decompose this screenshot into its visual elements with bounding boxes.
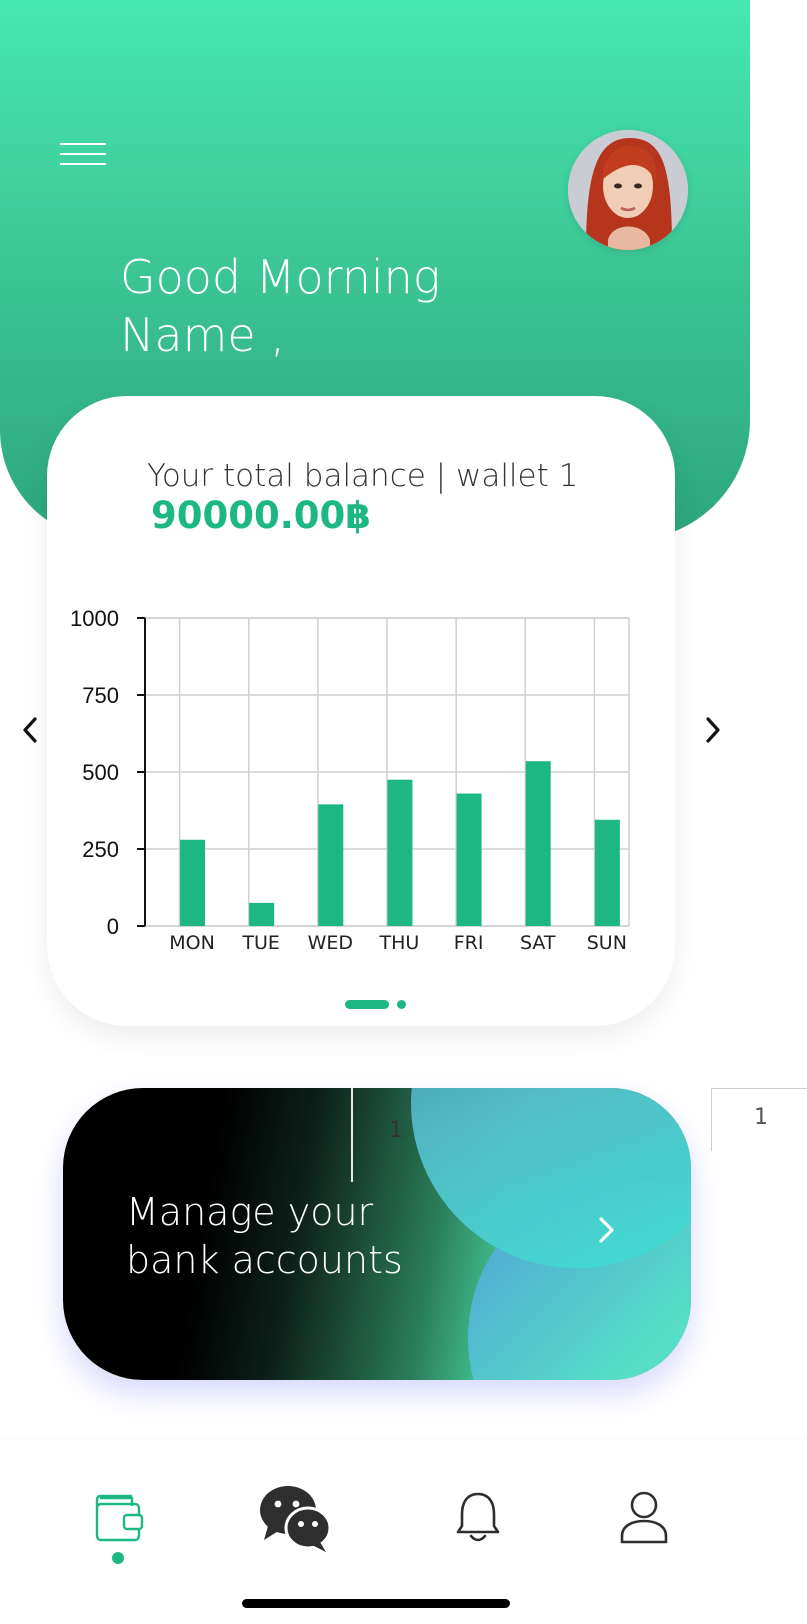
avatar[interactable] <box>568 130 688 250</box>
chart-bar <box>456 793 482 926</box>
chart-bar <box>318 804 344 926</box>
bank-card-title: Manage your bank accounts <box>126 1188 403 1284</box>
chevron-left-icon <box>23 717 37 743</box>
chevron-right-icon <box>706 717 720 743</box>
chart-bar <box>387 779 413 926</box>
chart-y-tick-label: 0 <box>107 914 119 939</box>
home-indicator[interactable] <box>242 1599 510 1608</box>
decorative-blob <box>411 1088 691 1268</box>
greeting-name: Name , <box>120 308 285 362</box>
greeting-line1: Good Morning <box>120 250 441 304</box>
chart-x-tick-label: WED <box>308 932 353 954</box>
bottom-navigation <box>0 1440 807 1624</box>
chart-x-tick-label: SUN <box>587 932 627 954</box>
ghost-label: 1 <box>389 1118 403 1143</box>
carousel-dot[interactable] <box>397 1000 406 1009</box>
carousel-dot-active[interactable] <box>345 1000 389 1009</box>
carousel-prev-button[interactable] <box>16 712 46 748</box>
chat-icon <box>260 1486 332 1552</box>
carousel-next-button[interactable] <box>698 712 728 748</box>
side-tab[interactable]: 1 <box>711 1088 807 1151</box>
side-tab-label: 1 <box>754 1105 768 1130</box>
chart-x-tick-label: MON <box>169 932 215 954</box>
chart-bar <box>594 819 620 926</box>
chart-bar <box>249 902 275 926</box>
nav-chat[interactable] <box>258 1482 334 1558</box>
chart-y-tick-label: 750 <box>82 683 119 708</box>
chart-y-tick-label: 500 <box>82 760 119 785</box>
chart-bar <box>180 839 205 926</box>
nav-notifications[interactable] <box>454 1490 502 1550</box>
chart-x-tick-label: SAT <box>520 932 556 954</box>
divider <box>351 1088 353 1182</box>
hamburger-menu-icon[interactable] <box>60 140 108 170</box>
wallet-icon <box>95 1494 144 1542</box>
avatar-portrait-icon <box>568 130 688 250</box>
bell-icon <box>456 1492 500 1542</box>
bank-card-line2: bank accounts <box>126 1238 403 1282</box>
chart-x-tick-label: THU <box>379 932 420 954</box>
greeting: Good Morning Name , <box>120 248 440 364</box>
nav-active-dot <box>112 1552 124 1564</box>
nav-profile[interactable] <box>618 1490 670 1548</box>
chevron-right-icon[interactable] <box>591 1210 621 1254</box>
chart-bar <box>525 761 551 926</box>
bank-card-line1: Manage your <box>126 1190 374 1234</box>
balance-card[interactable]: Your total balance | wallet 1 90000.00฿ … <box>47 396 675 1026</box>
chart-x-tick-label: TUE <box>241 932 280 954</box>
weekly-spending-chart: 1000 750 500 250 0 MON TUE WED THU FRI SAT SUN <box>70 606 630 954</box>
manage-bank-accounts-card[interactable]: 1 Manage your bank accounts <box>63 1088 691 1380</box>
nav-wallet[interactable] <box>92 1488 148 1548</box>
chart-x-tick-label: FRI <box>454 932 484 954</box>
chart-y-tick-label: 1000 <box>70 606 119 631</box>
profile-icon <box>620 1491 668 1544</box>
chart-y-tick-label: 250 <box>82 837 119 862</box>
